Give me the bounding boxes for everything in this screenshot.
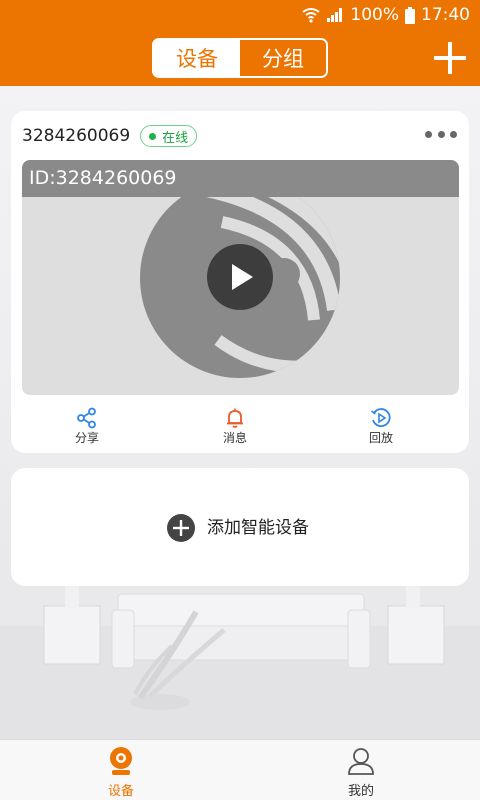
tab-devices[interactable]: 设备: [154, 40, 240, 76]
preview-title-bar: ID:3284260069: [22, 160, 459, 197]
plus-icon[interactable]: [432, 42, 468, 74]
nav-devices-label: 设备: [107, 784, 134, 799]
signal-icon: [327, 8, 343, 22]
clock: 17:40: [421, 5, 470, 25]
playback-icon: [370, 408, 391, 427]
camera-icon: [110, 747, 132, 775]
camera-preview[interactable]: ID:3284260069: [22, 160, 459, 395]
share-icon: [77, 407, 96, 429]
preview-id-label: ID:3284260069: [29, 167, 177, 189]
user-icon: [348, 748, 374, 775]
device-id: 3284260069: [22, 126, 131, 146]
add-device-label: 添加智能设备: [207, 518, 309, 538]
bottom-nav: 设备 我的: [0, 739, 480, 800]
bell-icon: [227, 408, 243, 428]
app-header: 设备 分组: [0, 30, 480, 86]
online-dot-icon: [149, 132, 157, 140]
messages-button[interactable]: 消息: [200, 403, 270, 447]
tab-groups[interactable]: 分组: [240, 40, 326, 76]
room-background-illustration: [0, 566, 480, 739]
nav-mine[interactable]: 我的: [301, 740, 421, 800]
status-label: 在线: [162, 130, 189, 146]
add-device-card[interactable]: 添加智能设备: [11, 468, 469, 586]
playback-button[interactable]: 回放: [346, 403, 416, 447]
status-badge: 在线: [140, 125, 198, 147]
battery-icon: [405, 6, 415, 24]
nav-devices[interactable]: 设备: [61, 740, 181, 800]
segment-control: 设备 分组: [152, 38, 328, 78]
share-button[interactable]: 分享: [52, 403, 122, 447]
play-button[interactable]: [207, 244, 273, 310]
messages-label: 消息: [222, 431, 247, 445]
play-icon: [232, 264, 253, 290]
device-card[interactable]: 3284260069 在线 ID:3284260069 分享 消息 回放: [11, 111, 469, 453]
share-label: 分享: [74, 431, 99, 445]
wifi-icon: [302, 8, 320, 23]
battery-percent: 100%: [350, 5, 399, 25]
device-list[interactable]: 3284260069 在线 ID:3284260069 分享 消息 回放 添加智…: [0, 86, 480, 739]
status-bar: 100% 17:40: [0, 0, 480, 30]
more-dots-icon[interactable]: [425, 127, 457, 141]
plus-circle-icon: [167, 514, 195, 542]
playback-label: 回放: [368, 431, 393, 445]
device-actions: 分享 消息 回放: [11, 403, 469, 447]
nav-mine-label: 我的: [347, 784, 374, 799]
